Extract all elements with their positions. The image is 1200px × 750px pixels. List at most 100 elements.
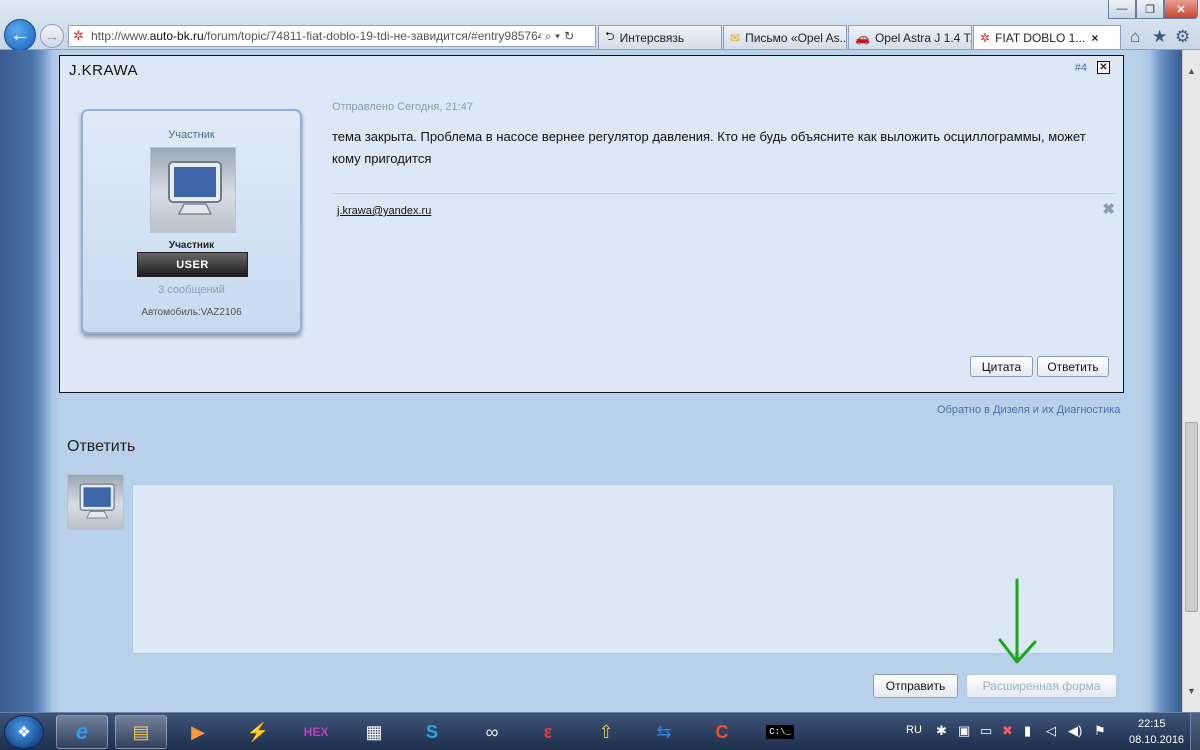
windows-logo-icon: ❖: [17, 724, 31, 741]
taskbar-ie[interactable]: e: [56, 715, 108, 749]
ie-icon: e: [75, 719, 89, 744]
post-author[interactable]: J.KRAWA: [69, 62, 138, 79]
tray-error-icon[interactable]: ✖: [1002, 723, 1013, 739]
share-icon: ⇧: [598, 721, 614, 742]
hex-icon: HEX: [303, 725, 329, 739]
tray-battery-icon[interactable]: ▮: [1024, 723, 1031, 739]
calculator-icon: ▦: [365, 721, 383, 742]
avatar[interactable]: [150, 147, 236, 233]
taskbar-flash[interactable]: ⚡: [232, 715, 284, 749]
taskbar-explorer[interactable]: ▤: [115, 715, 167, 749]
volume-icon[interactable]: ◀): [1068, 723, 1082, 739]
tab-mail[interactable]: ✉ Письмо «Opel As...: [723, 25, 847, 49]
hide-signature-icon[interactable]: ✖: [1102, 200, 1115, 218]
action-center-flag-icon[interactable]: ⚑: [1094, 723, 1106, 739]
cmd-icon: C:\_: [766, 725, 794, 739]
taskbar-calculator[interactable]: ▦: [348, 715, 400, 749]
taskbar-share-app[interactable]: ⇧: [580, 715, 632, 749]
car-icon: 🚗: [855, 30, 870, 45]
browser-chrome: ← → ✲ http://www.auto-bk.ru/forum/topic/…: [0, 0, 1200, 51]
tab-opel-astra[interactable]: 🚗 Opel Astra J 1.4 T...: [848, 25, 972, 49]
refresh-icon[interactable]: ↻: [564, 29, 574, 43]
quote-button[interactable]: Цитата: [970, 356, 1033, 377]
signature-link[interactable]: j.krawa@yandex.ru: [337, 205, 431, 217]
taskbar-ccleaner[interactable]: C: [696, 715, 748, 749]
tab-intersvyaz[interactable]: ⮌ Интерсвязь: [598, 25, 722, 49]
taskbar-cmd[interactable]: C:\_: [754, 715, 806, 749]
back-button[interactable]: ←: [4, 19, 36, 51]
scroll-thumb[interactable]: [1185, 422, 1198, 612]
teamviewer-icon: ⇆: [656, 721, 672, 742]
post-body: тема закрыта. Проблема в насосе вернее р…: [332, 129, 1086, 166]
infinity-icon: ∞: [485, 721, 499, 742]
taskbar-red-app[interactable]: ε: [522, 715, 574, 749]
taskbar-loop-app[interactable]: ∞: [466, 715, 518, 749]
user-role: Участник: [168, 240, 215, 251]
red-app-icon: ε: [543, 721, 553, 742]
tab-label: Интерсвязь: [619, 30, 685, 45]
address-bar[interactable]: ✲ http://www.auto-bk.ru/forum/topic/7481…: [68, 25, 596, 47]
language-indicator[interactable]: RU: [906, 724, 922, 736]
user-car: Автомобиль:VAZ2106: [141, 307, 242, 318]
settings-gear-icon[interactable]: ⚙: [1175, 27, 1190, 47]
show-desktop-button[interactable]: [1190, 713, 1200, 750]
skype-icon: S: [425, 721, 438, 742]
home-icon[interactable]: ⌂: [1130, 27, 1140, 47]
annotation-arrow-icon: [998, 578, 1037, 664]
site-favicon-icon: ✲: [73, 28, 84, 43]
folder-icon: ▤: [132, 721, 150, 742]
minimize-button[interactable]: —: [1108, 0, 1136, 19]
flash-icon: ⚡: [246, 721, 270, 742]
tab-label: FIAT DOBLO 1...: [995, 30, 1086, 45]
post-number-link[interactable]: #4: [1075, 62, 1087, 74]
send-button[interactable]: Отправить: [873, 674, 958, 698]
ccleaner-icon: C: [715, 721, 729, 742]
close-window-button[interactable]: ✕: [1164, 0, 1198, 19]
taskbar-hex-editor[interactable]: HEX: [290, 715, 342, 749]
forward-button[interactable]: →: [40, 24, 64, 48]
arrow-left-icon: ←: [10, 23, 30, 46]
user-post-count: 3 сообщений: [158, 284, 225, 296]
media-player-icon: ▶: [191, 721, 205, 742]
back-to-forum-link[interactable]: Обратно в Дизеля и их Диагностика: [937, 404, 1120, 416]
clock-time[interactable]: 22:15: [1138, 718, 1166, 730]
reply-heading: Ответить: [67, 438, 136, 455]
system-tray: RU ✱ ▣ ▭ ✖ ▮ ◁ ◀) ⚑ 22:15 08.10.2016: [900, 713, 1200, 750]
bluetooth-icon[interactable]: ✱: [936, 723, 947, 739]
reply-button[interactable]: Ответить: [1037, 356, 1109, 377]
search-dropdown-icon[interactable]: ⌕ ▾: [545, 29, 560, 44]
page-scrollbar[interactable]: ▲ ▼: [1182, 50, 1200, 712]
close-tab-icon[interactable]: ×: [1091, 31, 1098, 45]
user-group-badge: USER: [137, 252, 248, 277]
signature-divider: [332, 193, 1116, 194]
monitor-icon: [79, 483, 115, 519]
advanced-form-button[interactable]: Расширенная форма: [966, 674, 1117, 698]
user-card: Участник Участник USER 3 сообщений Автом…: [81, 109, 302, 334]
scroll-up-icon[interactable]: ▲: [1183, 62, 1200, 79]
taskbar-skype[interactable]: S: [406, 715, 458, 749]
forum-post: J.KRAWA #4 ✕ Участник Участник USER 3 со…: [59, 55, 1124, 393]
clock-date[interactable]: 08.10.2016: [1129, 734, 1184, 746]
reply-textarea[interactable]: [132, 484, 1114, 654]
post-date: Отправлено Сегодня, 21:47: [332, 101, 473, 113]
site-favicon-icon: ✲: [980, 30, 991, 45]
scroll-down-icon[interactable]: ▼: [1183, 682, 1200, 699]
reply-avatar: [67, 474, 124, 530]
taskbar-teamviewer[interactable]: ⇆: [638, 715, 690, 749]
url-text[interactable]: http://www.auto-bk.ru/forum/topic/74811-…: [91, 29, 541, 43]
user-role-top: Участник: [168, 129, 215, 141]
tab-label: Письмо «Opel As...: [745, 30, 847, 45]
mail-icon: ✉: [730, 30, 741, 45]
tab-label: Opel Astra J 1.4 T...: [874, 30, 972, 45]
taskbar-media-player[interactable]: ▶: [172, 715, 224, 749]
tray-device-icon[interactable]: ◁: [1046, 723, 1056, 739]
tray-app-icon[interactable]: ▣: [958, 723, 970, 739]
start-button[interactable]: ❖: [4, 715, 44, 749]
tab-fiat-doblo[interactable]: ✲ FIAT DOBLO 1... ×: [973, 25, 1121, 49]
restore-button[interactable]: ❐: [1136, 0, 1164, 19]
favorites-star-icon[interactable]: ★: [1152, 27, 1167, 47]
monitor-icon: [168, 161, 222, 215]
taskbar: ❖ e ▤ ▶ ⚡ HEX ▦ S ∞ ε ⇧ ⇆ C C:\_ RU ✱ ▣ …: [0, 712, 1200, 750]
post-close-icon[interactable]: ✕: [1097, 61, 1110, 74]
tray-monitor-icon[interactable]: ▭: [980, 723, 992, 739]
